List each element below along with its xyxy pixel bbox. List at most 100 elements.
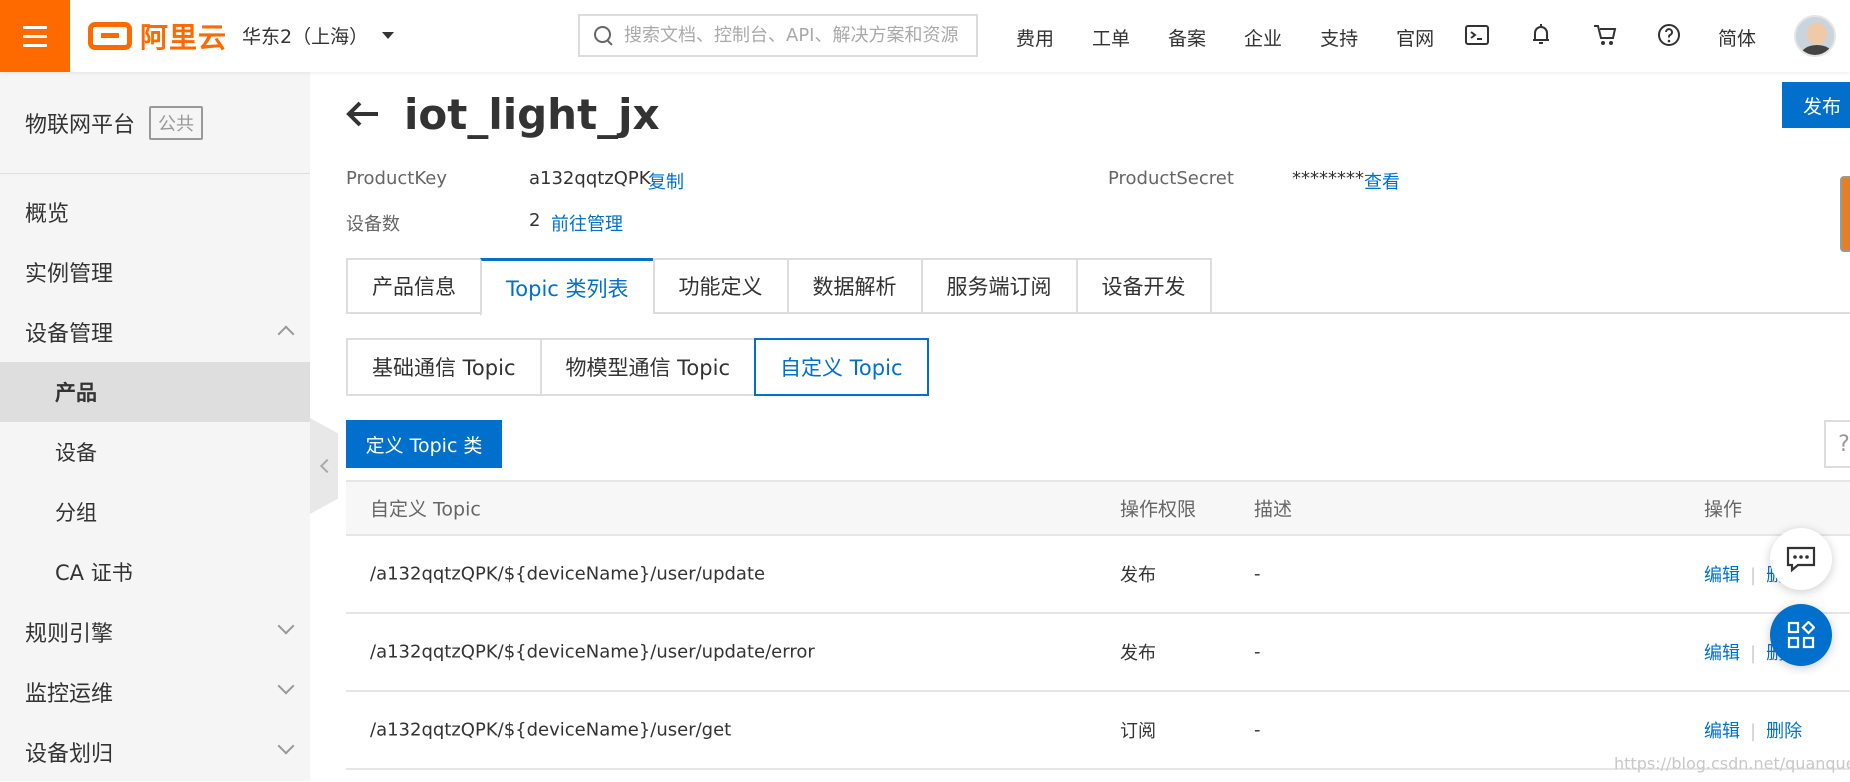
search-box[interactable] <box>578 14 978 57</box>
topic-name: /a132qqtzQPK/${deviceName}/user/update/e… <box>370 641 815 663</box>
device-count-label: 设备数 <box>346 214 400 235</box>
sidebar-item-overview[interactable]: 概览 <box>0 182 310 242</box>
topic-name: /a132qqtzQPK/${deviceName}/user/update <box>370 563 766 585</box>
sidebar-title: 物联网平台 <box>25 112 136 138</box>
sidebar-item-instances[interactable]: 实例管理 <box>0 242 310 302</box>
cart-icon[interactable] <box>1592 22 1618 48</box>
nav-enterprise[interactable]: 企业 <box>1244 24 1282 51</box>
edit-link[interactable]: 编辑 <box>1704 565 1740 586</box>
terminal-icon[interactable] <box>1464 22 1490 48</box>
help-icon[interactable] <box>1656 22 1682 48</box>
sidebar: 物联网平台 公共 概览 实例管理 设备管理 产品 设备 分组 CA 证书 规则引… <box>0 72 310 781</box>
sidebar-item-label: 概览 <box>25 202 70 227</box>
action-separator: | <box>1750 721 1757 742</box>
top-icons <box>1464 22 1682 48</box>
device-count-row: 设备数 2 前往管理 <box>346 210 1146 236</box>
sidebar-item-rules-engine[interactable]: 规则引擎 <box>0 602 310 662</box>
subtab-custom-topic[interactable]: 自定义 Topic <box>754 338 929 396</box>
define-topic-button[interactable]: 定义 Topic 类 <box>346 420 502 468</box>
top-nav: 费用 工单 备案 企业 支持 官网 <box>1016 24 1434 51</box>
product-secret-label: ProductSecret <box>1108 168 1234 189</box>
chevron-down-icon <box>277 677 295 695</box>
menu-icon[interactable] <box>0 0 70 72</box>
nav-support[interactable]: 支持 <box>1320 24 1358 51</box>
sidebar-item-monitoring[interactable]: 监控运维 <box>0 662 310 722</box>
chevron-up-icon <box>277 325 295 343</box>
action-separator: | <box>1750 643 1757 664</box>
product-tabs: 产品信息 Topic 类列表 功能定义 数据解析 服务端订阅 设备开发 <box>346 258 1850 316</box>
back-arrow-icon[interactable] <box>346 96 380 134</box>
tab-topic-list[interactable]: Topic 类列表 <box>480 258 653 316</box>
topic-description: - <box>1254 719 1261 741</box>
nav-icp[interactable]: 备案 <box>1168 24 1206 51</box>
search-input[interactable] <box>624 25 964 46</box>
help-question-icon[interactable]: ? <box>1824 420 1850 468</box>
nav-fees[interactable]: 费用 <box>1016 24 1054 51</box>
header-actions: 操作 <box>1704 498 1743 521</box>
title-row: iot_light_jx <box>346 90 660 139</box>
language-switch[interactable]: 简体 <box>1718 24 1756 51</box>
sidebar-item-label: 规则引擎 <box>25 622 114 647</box>
publish-button[interactable]: 发布 <box>1782 82 1850 128</box>
tab-function-definition[interactable]: 功能定义 <box>652 258 787 314</box>
sidebar-item-products[interactable]: 产品 <box>0 362 310 422</box>
header-description: 描述 <box>1254 498 1293 521</box>
copy-link[interactable]: 复制 <box>648 168 684 194</box>
region-selector[interactable]: 华东2（上海） <box>242 22 395 49</box>
subtab-tsl-topic[interactable]: 物模型通信 Topic <box>539 338 754 396</box>
search-icon <box>594 25 614 46</box>
topic-name: /a132qqtzQPK/${deviceName}/user/get <box>370 719 732 741</box>
product-secret-value: ******** <box>1292 168 1364 189</box>
chat-icon[interactable] <box>1770 528 1832 590</box>
edit-link[interactable]: 编辑 <box>1704 643 1740 664</box>
sidebar-item-label: CA 证书 <box>55 561 133 585</box>
watermark-text: https://blog.csdn.net/quanqueen <box>1614 754 1850 773</box>
action-separator: | <box>1750 565 1757 586</box>
sidebar-item-device-management[interactable]: 设备管理 <box>0 302 310 362</box>
apps-grid-icon[interactable] <box>1770 604 1832 666</box>
product-key-label: ProductKey <box>346 168 447 189</box>
region-label: 华东2（上海） <box>242 26 369 48</box>
product-secret-row: ProductSecret ******** 查看 <box>1108 168 1508 194</box>
topic-permission: 发布 <box>1120 643 1156 664</box>
sidebar-item-label: 实例管理 <box>25 262 114 287</box>
table-row: /a132qqtzQPK/${deviceName}/user/update/e… <box>346 614 1850 692</box>
manage-devices-link[interactable]: 前往管理 <box>551 210 623 236</box>
sidebar-item-devices[interactable]: 设备 <box>0 422 310 482</box>
topic-permission: 发布 <box>1120 565 1156 586</box>
sidebar-badge[interactable]: 公共 <box>149 105 204 140</box>
device-count-value: 2 <box>529 210 541 231</box>
sidebar-item-device-allocation[interactable]: 设备划归 <box>0 722 310 782</box>
sidebar-item-label: 设备 <box>55 441 97 465</box>
tab-data-parsing[interactable]: 数据解析 <box>786 258 921 314</box>
delete-link[interactable]: 删除 <box>1766 721 1802 742</box>
tab-device-development[interactable]: 设备开发 <box>1075 258 1212 314</box>
sidebar-item-groups[interactable]: 分组 <box>0 482 310 542</box>
subtab-basic-topic[interactable]: 基础通信 Topic <box>346 338 540 396</box>
sidebar-item-label: 设备划归 <box>25 742 114 767</box>
topic-permission: 订阅 <box>1120 721 1156 742</box>
view-secret-link[interactable]: 查看 <box>1364 168 1400 194</box>
chevron-down-icon <box>277 737 295 755</box>
edge-drawer-handle[interactable] <box>1840 176 1850 252</box>
nav-official-site[interactable]: 官网 <box>1396 24 1434 51</box>
table-header: 自定义 Topic 操作权限 描述 操作 <box>346 480 1850 536</box>
edit-link[interactable]: 编辑 <box>1704 721 1740 742</box>
user-avatar[interactable] <box>1794 15 1836 57</box>
sidebar-collapse-handle[interactable] <box>310 418 338 514</box>
tab-product-info[interactable]: 产品信息 <box>346 258 480 314</box>
nav-tickets[interactable]: 工单 <box>1092 24 1130 51</box>
topic-description: - <box>1254 641 1261 663</box>
sidebar-item-label: 设备管理 <box>25 322 114 347</box>
bell-icon[interactable] <box>1528 22 1554 48</box>
sidebar-item-label: 产品 <box>55 381 97 405</box>
sidebar-item-ca-cert[interactable]: CA 证书 <box>0 542 310 602</box>
top-bar: 阿里云 华东2（上海） 费用 工单 备案 企业 支持 官网 简体 <box>0 0 1850 72</box>
topic-table: 自定义 Topic 操作权限 描述 操作 /a132qqtzQPK/${devi… <box>346 480 1850 770</box>
tab-server-subscription[interactable]: 服务端订阅 <box>920 258 1076 314</box>
topic-description: - <box>1254 563 1261 585</box>
sidebar-item-label: 分组 <box>55 501 97 525</box>
product-key-value: a132qqtzQPK <box>529 168 651 189</box>
caret-down-icon <box>382 32 395 39</box>
logo[interactable]: 阿里云 <box>88 18 227 54</box>
